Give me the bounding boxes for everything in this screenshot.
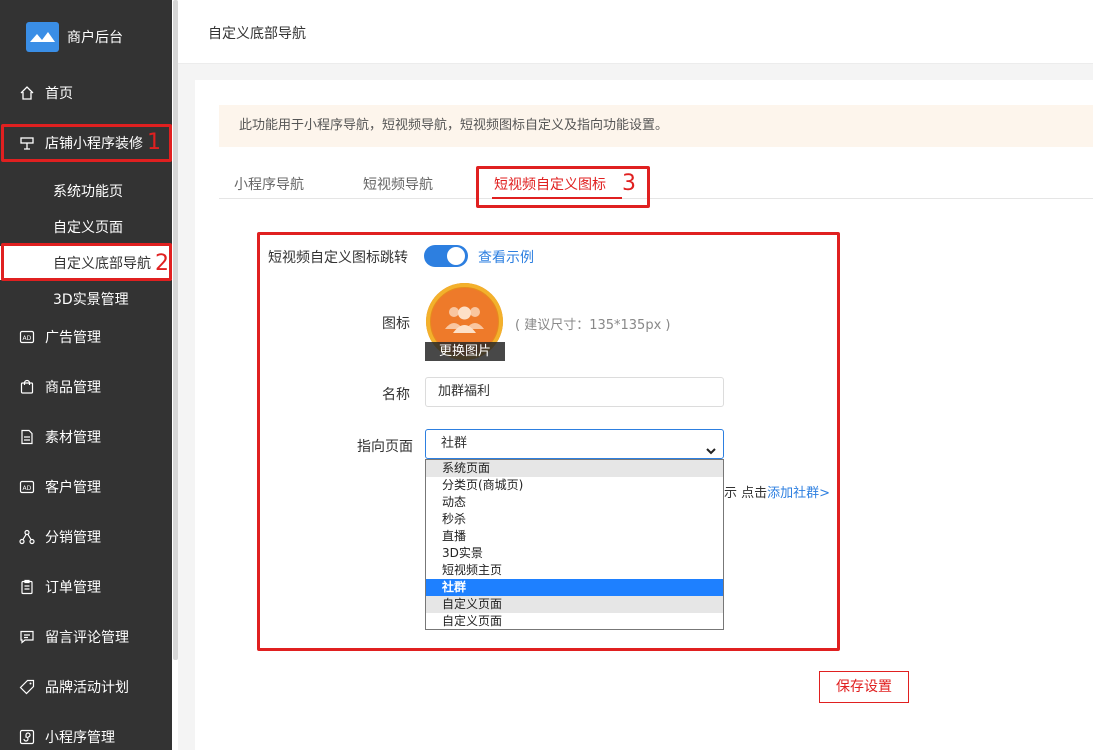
add-group-hint-text: 示 点击 (724, 486, 768, 501)
svg-text:AD: AD (23, 335, 32, 342)
sidebar-item-ads[interactable]: AD 广告管理 (0, 320, 172, 354)
ad-icon: AD (18, 328, 36, 346)
brand-name: 商户后台 (67, 30, 123, 46)
jump-toggle[interactable] (424, 245, 468, 267)
sidebar-item-materials[interactable]: 素材管理 (0, 420, 172, 454)
sidebar-item-label: 商品管理 (45, 380, 101, 396)
sidebar-item-home[interactable]: 首页 (0, 76, 172, 110)
document-icon (18, 428, 36, 446)
option-short-video-home[interactable]: 短视频主页 (426, 562, 723, 579)
sidebar-item-brand-activities[interactable]: 品牌活动计划 (0, 670, 172, 704)
sidebar-item-label: 店铺小程序装修 (45, 136, 143, 152)
sidebar-item-products[interactable]: 商品管理 (0, 370, 172, 404)
app-window: { "brand": {"name": "商户后台"}, "sidebar": … (0, 0, 1093, 750)
option-custom-pages-group[interactable]: 自定义页面 (426, 596, 723, 613)
sidebar-item-label: 分销管理 (45, 530, 101, 546)
option-system-pages[interactable]: 系统页面 (426, 460, 723, 477)
brand: 商户后台 (26, 22, 123, 52)
page-header: 自定义底部导航 (178, 0, 1093, 64)
comment-icon (18, 628, 36, 646)
sidebar-item-customers[interactable]: AD 客户管理 (0, 470, 172, 504)
logo-icon (26, 22, 59, 52)
shopping-bag-icon (18, 378, 36, 396)
distribution-icon (18, 528, 36, 546)
tab-bar: 小程序导航 短视频导航 短视频自定义图标 (219, 166, 1093, 199)
annotation-number-2: 2 (155, 251, 169, 276)
sidebar-scrollbar[interactable] (173, 0, 178, 660)
ad-icon: AD (18, 478, 36, 496)
target-page-select[interactable]: 社群 (425, 429, 724, 459)
option-flash-sale[interactable]: 秒杀 (426, 511, 723, 528)
sidebar-item-label: 留言评论管理 (45, 630, 129, 646)
tab-short-video-custom-icon[interactable]: 短视频自定义图标 (494, 174, 606, 194)
group-people-icon (445, 306, 484, 333)
active-tab-indicator (492, 197, 622, 199)
sidebar-subitem-label: 自定义底部导航 (53, 256, 151, 272)
sidebar-item-miniprogram[interactable]: 小程序管理 (0, 720, 172, 750)
sidebar-item-label: 订单管理 (45, 580, 101, 596)
target-page-dropdown[interactable]: 系统页面 分类页(商城页) 动态 秒杀 直播 3D实景 短视频主页 社群 自定义… (425, 459, 724, 630)
add-group-link[interactable]: 添加社群> (767, 486, 830, 501)
tab-miniprogram-nav[interactable]: 小程序导航 (234, 174, 304, 194)
view-example-link[interactable]: 查看示例 (478, 247, 534, 267)
sidebar-item-label: 品牌活动计划 (45, 680, 129, 696)
add-group-hint: 示 点击添加社群> (724, 482, 830, 501)
sidebar-subitem-label: 3D实景管理 (53, 292, 129, 308)
option-feed[interactable]: 动态 (426, 494, 723, 511)
notice-banner: 此功能用于小程序导航，短视频导航，短视频图标自定义及指向功能设置。 (219, 105, 1093, 147)
save-settings-button[interactable]: 保存设置 (819, 671, 909, 703)
sidebar-subitem-custom-pages[interactable]: 自定义页面 (0, 210, 172, 244)
icon-size-hint: ( 建议尺寸：135*135px ) (515, 318, 671, 333)
sidebar-item-label: 小程序管理 (45, 730, 115, 746)
sidebar-item-label: 素材管理 (45, 430, 101, 446)
name-input[interactable]: 加群福利 (425, 377, 724, 407)
sidebar-subitem-system-pages[interactable]: 系统功能页 (0, 174, 172, 208)
sidebar: 商户后台 首页 店铺小程序装修 系统功能页 自定义页面 自定义底部导航 3D实景… (0, 0, 178, 750)
sidebar-subitem-custom-bottom-nav[interactable]: 自定义底部导航 (0, 246, 172, 280)
sidebar-subitem-3d-scenes[interactable]: 3D实景管理 (0, 282, 172, 316)
svg-text:AD: AD (23, 485, 32, 492)
toggle-knob (447, 247, 465, 265)
tab-short-video-nav[interactable]: 短视频导航 (363, 174, 433, 194)
sidebar-item-orders[interactable]: 订单管理 (0, 570, 172, 604)
select-value: 社群 (441, 436, 468, 451)
clipboard-icon (18, 578, 36, 596)
sidebar-item-distribution[interactable]: 分销管理 (0, 520, 172, 554)
page-title: 自定义底部导航 (208, 26, 306, 42)
sidebar-item-label: 首页 (45, 86, 73, 102)
option-live[interactable]: 直播 (426, 528, 723, 545)
sidebar-item-label: 客户管理 (45, 480, 101, 496)
change-image-button[interactable]: 更换图片 (425, 342, 505, 361)
tag-icon (18, 678, 36, 696)
sidebar-item-label: 广告管理 (45, 330, 101, 346)
option-3d-scene[interactable]: 3D实景 (426, 545, 723, 562)
target-page-label: 指向页面 (357, 439, 413, 455)
jump-label: 短视频自定义图标跳转 (268, 250, 408, 266)
icon-label: 图标 (382, 316, 410, 332)
sidebar-subitem-label: 自定义页面 (53, 220, 123, 236)
home-icon (18, 84, 36, 102)
name-label: 名称 (382, 387, 410, 403)
shop-decoration-icon (18, 134, 36, 152)
miniprogram-icon (18, 728, 36, 746)
option-community[interactable]: 社群 (426, 579, 723, 596)
sidebar-subitem-label: 系统功能页 (53, 184, 123, 200)
option-category-page[interactable]: 分类页(商城页) (426, 477, 723, 494)
annotation-number-1: 1 (147, 130, 161, 155)
annotation-number-3: 3 (622, 171, 636, 196)
sidebar-item-comments[interactable]: 留言评论管理 (0, 620, 172, 654)
option-custom-page[interactable]: 自定义页面 (426, 613, 723, 630)
